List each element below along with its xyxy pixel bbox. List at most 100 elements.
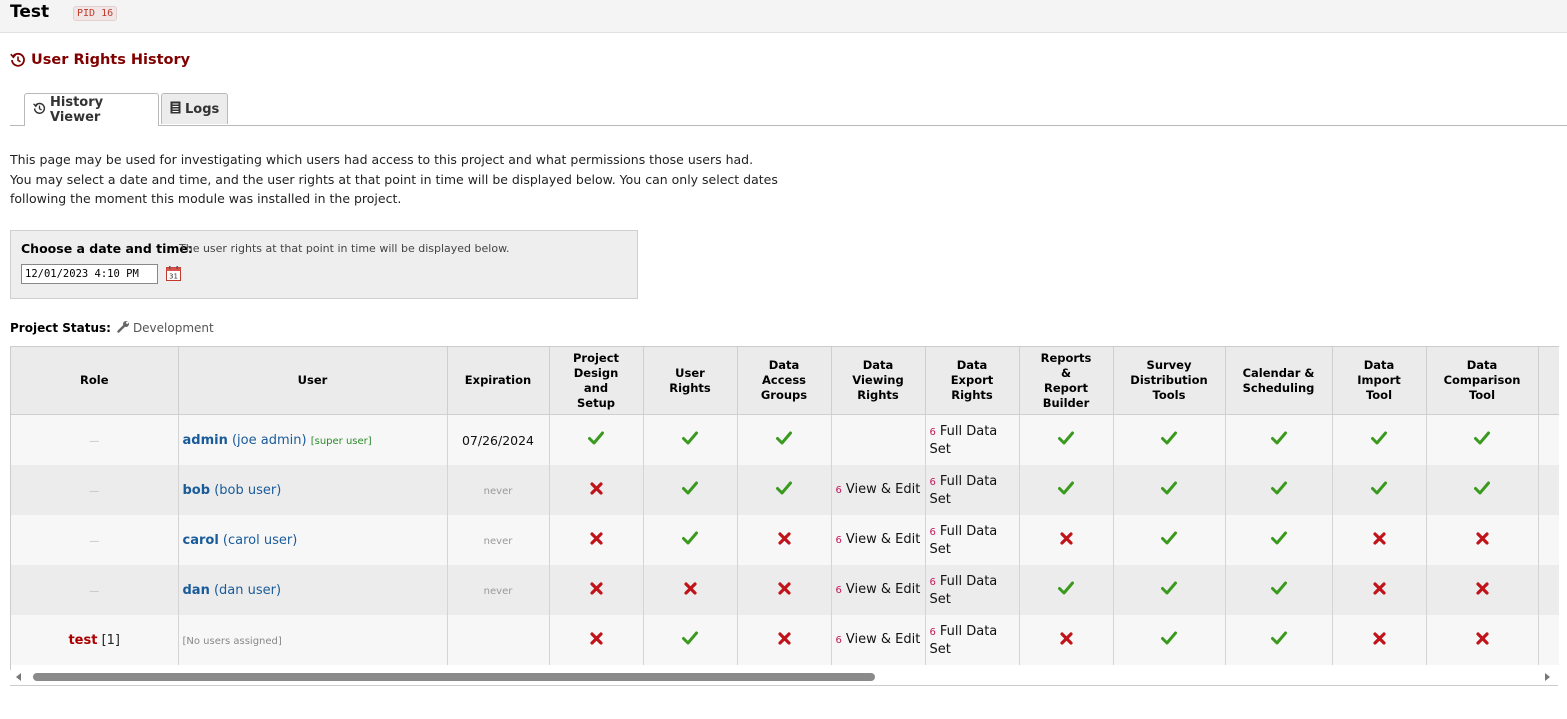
col-header-user: User (178, 347, 448, 415)
viewing-rights-cell: 6 View & Edit (831, 515, 926, 565)
export-rights-value: Full Data Set (929, 473, 998, 507)
rights-table-container: Role User Expiration Project Design and Set… (10, 346, 1559, 670)
check-icon (1270, 481, 1287, 499)
overflow-cell (1538, 565, 1559, 615)
tab-history-viewer[interactable]: History Viewer (24, 93, 159, 126)
cross-icon (1372, 531, 1386, 549)
expiration-cell: never (447, 565, 550, 615)
check-icon (682, 531, 698, 549)
check-icon (1161, 631, 1177, 649)
project-status-text: Development (132, 321, 214, 335)
calendar-cell (1225, 565, 1333, 615)
check-icon (776, 431, 792, 449)
check-icon (1474, 481, 1490, 499)
project-title: Test (10, 2, 50, 22)
username-link[interactable]: admin (183, 433, 228, 448)
calendar-cell (1225, 615, 1333, 665)
table-header-row: Role User Expiration Project Design and Set… (11, 347, 1559, 415)
export-rights-cell: 6 Full Data Set (925, 465, 1020, 515)
super-user-tag: [super user] (310, 435, 372, 447)
intro-text: This page may be used for investigating … (10, 150, 790, 209)
cross-icon (683, 581, 697, 599)
scroll-left-arrow-icon[interactable] (16, 673, 21, 681)
check-icon (1371, 481, 1387, 499)
tab-logs[interactable]: Logs (161, 93, 228, 124)
role-count: [1] (101, 632, 121, 648)
role-link[interactable]: test (68, 633, 97, 648)
user-cell: dan (dan user) (178, 565, 448, 615)
cross-icon (1372, 631, 1386, 649)
username-link[interactable]: carol (183, 533, 219, 548)
intro-line: following the moment this module was ins… (10, 191, 402, 206)
scrollbar-thumb[interactable] (33, 673, 875, 681)
calendar-icon[interactable]: 31 (166, 266, 181, 285)
datetime-input[interactable] (21, 264, 158, 284)
wrench-icon (117, 320, 130, 336)
expiration-value: never (483, 485, 513, 497)
check-icon (1161, 531, 1177, 549)
comparison-cell (1426, 414, 1539, 465)
cross-icon (1475, 631, 1489, 649)
check-icon (1270, 631, 1287, 649)
horizontal-scrollbar[interactable] (10, 670, 1558, 686)
scroll-right-arrow-icon[interactable] (1545, 673, 1550, 681)
import-cell (1332, 515, 1427, 565)
expiration-cell (447, 615, 550, 665)
reports-cell (1019, 465, 1114, 515)
check-icon (1270, 531, 1287, 549)
cross-icon (1475, 531, 1489, 549)
check-icon (588, 431, 604, 449)
export-instrument-count: 6 (929, 476, 936, 488)
date-chooser-hint: The user rights at that point in time wi… (179, 242, 510, 255)
role-cell: — (11, 465, 179, 515)
date-chooser-label: Choose a date and time: (21, 241, 193, 256)
col-header-viewing: Data Viewing Rights (831, 347, 926, 415)
overflow-cell (1538, 465, 1559, 515)
comparison-cell (1426, 615, 1539, 665)
col-header-user-rights: User Rights (643, 347, 738, 415)
cross-icon (589, 581, 603, 599)
table-row: — admin (joe admin) [super user] 07/26/202… (11, 414, 1559, 465)
username-link[interactable]: bob (183, 483, 211, 498)
cross-icon (1059, 531, 1073, 549)
export-rights-value: Full Data Set (929, 623, 998, 657)
check-icon (1371, 431, 1387, 449)
viewing-instrument-count: 6 (835, 535, 842, 546)
export-instrument-count: 6 (929, 426, 936, 438)
role-cell: — (11, 515, 179, 565)
date-chooser-panel: Choose a date and time: The user rights … (10, 230, 638, 299)
intro-line: This page may be used for investigating … (10, 152, 754, 167)
export-instrument-count: 6 (929, 626, 936, 638)
project-status: Project Status: Development (10, 320, 214, 336)
design-cell (549, 414, 644, 465)
check-icon (1058, 481, 1074, 499)
dag-cell (737, 515, 832, 565)
reports-cell (1019, 414, 1114, 465)
username-link[interactable]: dan (183, 583, 210, 598)
dag-cell (737, 465, 832, 515)
export-rights-value: Full Data Set (929, 423, 998, 457)
role-empty: — (89, 585, 100, 597)
export-rights-cell: 6 Full Data Set (925, 515, 1020, 565)
check-icon (1161, 481, 1177, 499)
import-cell (1332, 615, 1427, 665)
col-header-dag: Data Access Groups (737, 347, 832, 415)
export-rights-cell: 6 Full Data Set (925, 565, 1020, 615)
overflow-cell (1538, 414, 1559, 465)
col-header-role: Role (11, 347, 179, 415)
table-row: test [1] [No users assigned] 6 View & Edit 6… (11, 615, 1559, 665)
history-icon (10, 52, 26, 68)
project-status-label: Project Status: (10, 321, 111, 335)
export-rights-cell: 6 Full Data Set (925, 615, 1020, 665)
survey-cell (1113, 414, 1226, 465)
page-title-text: User Rights History (31, 52, 191, 68)
comparison-cell (1426, 465, 1539, 515)
col-header-expiration: Expiration (447, 347, 550, 415)
export-instrument-count: 6 (929, 526, 936, 538)
reports-cell (1019, 515, 1114, 565)
user-fullname: (joe admin) (231, 432, 307, 448)
calendar-cell (1225, 515, 1333, 565)
check-icon (1270, 581, 1287, 599)
overflow-cell (1538, 615, 1559, 665)
viewing-rights-value: View & Edit (845, 582, 921, 597)
